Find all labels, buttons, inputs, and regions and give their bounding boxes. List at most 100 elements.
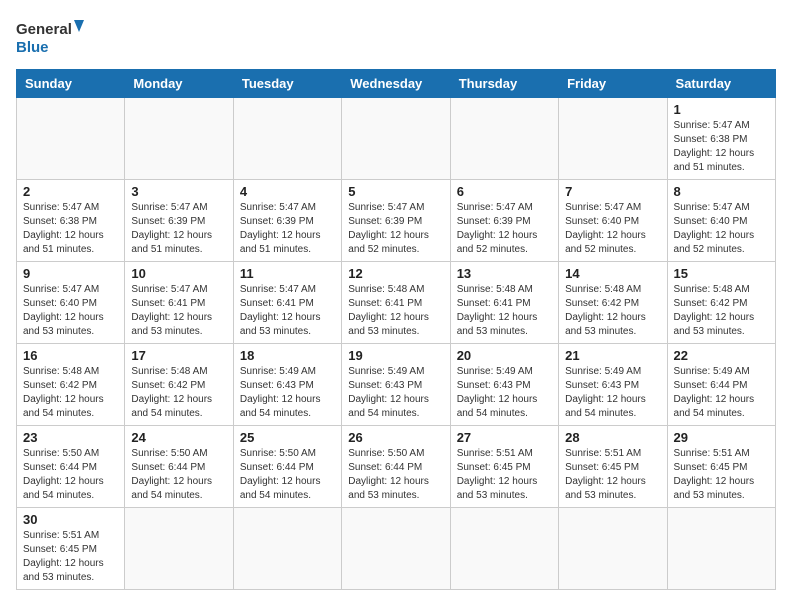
day-number: 28 (565, 430, 660, 445)
table-row: 19Sunrise: 5:49 AM Sunset: 6:43 PM Dayli… (342, 344, 450, 426)
day-number: 12 (348, 266, 443, 281)
day-info: Sunrise: 5:47 AM Sunset: 6:40 PM Dayligh… (23, 283, 118, 339)
day-info: Sunrise: 5:51 AM Sunset: 6:45 PM Dayligh… (565, 447, 660, 503)
day-number: 7 (565, 184, 660, 199)
calendar-row: 16 Sunrise: 5:48 AM Sunset: 6:42 PM Dayli… (17, 344, 776, 426)
table-row: 8Sunrise: 5:47 AM Sunset: 6:40 PM Daylig… (667, 180, 775, 262)
table-row: 2 Sunrise: 5:47 AM Sunset: 6:38 PM Daylig… (17, 180, 125, 262)
table-row (450, 508, 558, 590)
day-info: Sunrise: 5:49 AM Sunset: 6:43 PM Dayligh… (348, 365, 443, 421)
table-row: 27 Sunrise: 5:51 AM Sunset: 6:45 PM Dayli… (450, 426, 558, 508)
day-number: 16 (23, 348, 118, 363)
day-number: 24 (131, 430, 226, 445)
table-row (125, 98, 233, 180)
table-row: 17Sunrise: 5:48 AM Sunset: 6:42 PM Dayli… (125, 344, 233, 426)
table-row (450, 98, 558, 180)
day-info: Sunrise: 5:49 AM Sunset: 6:43 PM Dayligh… (565, 365, 660, 421)
table-row: 23Sunrise: 5:50 AM Sunset: 6:44 PM Dayli… (17, 426, 125, 508)
svg-text:General: General (16, 21, 72, 38)
table-row (559, 98, 667, 180)
table-row (233, 98, 341, 180)
day-number: 5 (348, 184, 443, 199)
day-number: 9 (23, 266, 118, 281)
table-row: 16 Sunrise: 5:48 AM Sunset: 6:42 PM Dayli… (17, 344, 125, 426)
day-number: 3 (131, 184, 226, 199)
header-friday: Friday (559, 70, 667, 98)
calendar-row: 30 Sunrise: 5:51 AM Sunset: 6:45 PM Dayli… (17, 508, 776, 590)
header-tuesday: Tuesday (233, 70, 341, 98)
table-row: 10Sunrise: 5:47 AM Sunset: 6:41 PM Dayli… (125, 262, 233, 344)
table-row: 22 Sunrise: 5:49 AM Sunset: 6:44 PM Dayli… (667, 344, 775, 426)
day-info: Sunrise: 5:51 AM Sunset: 6:45 PM Dayligh… (674, 447, 769, 503)
day-number: 20 (457, 348, 552, 363)
table-row (233, 508, 341, 590)
day-info: Sunrise: 5:51 AM Sunset: 6:45 PM Dayligh… (457, 447, 552, 503)
table-row: 13 Sunrise: 5:48 AM Sunset: 6:41 PM Dayli… (450, 262, 558, 344)
table-row: 15 Sunrise: 5:48 AM Sunset: 6:42 PM Dayli… (667, 262, 775, 344)
day-number: 22 (674, 348, 769, 363)
day-info: Sunrise: 5:50 AM Sunset: 6:44 PM Dayligh… (131, 447, 226, 503)
day-number: 4 (240, 184, 335, 199)
table-row: 6 Sunrise: 5:47 AM Sunset: 6:39 PM Daylig… (450, 180, 558, 262)
day-number: 15 (674, 266, 769, 281)
page-header: General Blue (16, 16, 776, 61)
calendar-row: 2 Sunrise: 5:47 AM Sunset: 6:38 PM Daylig… (17, 180, 776, 262)
weekday-header-row: Sunday Monday Tuesday Wednesday Thursday… (17, 70, 776, 98)
calendar-row: 1Sunrise: 5:47 AM Sunset: 6:38 PM Daylig… (17, 98, 776, 180)
table-row (342, 508, 450, 590)
calendar-row: 9 Sunrise: 5:47 AM Sunset: 6:40 PM Daylig… (17, 262, 776, 344)
table-row: 7 Sunrise: 5:47 AM Sunset: 6:40 PM Daylig… (559, 180, 667, 262)
header-sunday: Sunday (17, 70, 125, 98)
table-row: 30 Sunrise: 5:51 AM Sunset: 6:45 PM Dayli… (17, 508, 125, 590)
day-info: Sunrise: 5:47 AM Sunset: 6:41 PM Dayligh… (240, 283, 335, 339)
day-info: Sunrise: 5:47 AM Sunset: 6:39 PM Dayligh… (457, 201, 552, 257)
day-number: 23 (23, 430, 118, 445)
day-number: 27 (457, 430, 552, 445)
day-info: Sunrise: 5:49 AM Sunset: 6:43 PM Dayligh… (457, 365, 552, 421)
day-info: Sunrise: 5:47 AM Sunset: 6:41 PM Dayligh… (131, 283, 226, 339)
table-row (667, 508, 775, 590)
day-info: Sunrise: 5:49 AM Sunset: 6:44 PM Dayligh… (674, 365, 769, 421)
table-row: 26Sunrise: 5:50 AM Sunset: 6:44 PM Dayli… (342, 426, 450, 508)
day-info: Sunrise: 5:48 AM Sunset: 6:42 PM Dayligh… (565, 283, 660, 339)
table-row (342, 98, 450, 180)
table-row: 5 Sunrise: 5:47 AM Sunset: 6:39 PM Daylig… (342, 180, 450, 262)
day-info: Sunrise: 5:48 AM Sunset: 6:42 PM Dayligh… (23, 365, 118, 421)
day-number: 21 (565, 348, 660, 363)
day-info: Sunrise: 5:51 AM Sunset: 6:45 PM Dayligh… (23, 529, 118, 585)
day-number: 14 (565, 266, 660, 281)
table-row: 20 Sunrise: 5:49 AM Sunset: 6:43 PM Dayli… (450, 344, 558, 426)
header-wednesday: Wednesday (342, 70, 450, 98)
table-row: 25Sunrise: 5:50 AM Sunset: 6:44 PM Dayli… (233, 426, 341, 508)
day-info: Sunrise: 5:47 AM Sunset: 6:39 PM Dayligh… (240, 201, 335, 257)
day-info: Sunrise: 5:49 AM Sunset: 6:43 PM Dayligh… (240, 365, 335, 421)
calendar-table: Sunday Monday Tuesday Wednesday Thursday… (16, 69, 776, 590)
day-info: Sunrise: 5:47 AM Sunset: 6:38 PM Dayligh… (674, 119, 769, 175)
day-number: 18 (240, 348, 335, 363)
day-number: 2 (23, 184, 118, 199)
day-info: Sunrise: 5:47 AM Sunset: 6:38 PM Dayligh… (23, 201, 118, 257)
day-number: 8 (674, 184, 769, 199)
day-number: 30 (23, 512, 118, 527)
day-number: 13 (457, 266, 552, 281)
table-row (125, 508, 233, 590)
table-row: 11Sunrise: 5:47 AM Sunset: 6:41 PM Dayli… (233, 262, 341, 344)
logo: General Blue (16, 16, 86, 61)
day-info: Sunrise: 5:47 AM Sunset: 6:39 PM Dayligh… (348, 201, 443, 257)
day-info: Sunrise: 5:48 AM Sunset: 6:41 PM Dayligh… (457, 283, 552, 339)
header-saturday: Saturday (667, 70, 775, 98)
table-row: 21 Sunrise: 5:49 AM Sunset: 6:43 PM Dayli… (559, 344, 667, 426)
header-thursday: Thursday (450, 70, 558, 98)
day-number: 17 (131, 348, 226, 363)
day-number: 6 (457, 184, 552, 199)
table-row: 28 Sunrise: 5:51 AM Sunset: 6:45 PM Dayli… (559, 426, 667, 508)
header-monday: Monday (125, 70, 233, 98)
day-info: Sunrise: 5:50 AM Sunset: 6:44 PM Dayligh… (348, 447, 443, 503)
logo-icon: General Blue (16, 16, 86, 61)
day-info: Sunrise: 5:48 AM Sunset: 6:41 PM Dayligh… (348, 283, 443, 339)
day-info: Sunrise: 5:47 AM Sunset: 6:40 PM Dayligh… (565, 201, 660, 257)
table-row: 29Sunrise: 5:51 AM Sunset: 6:45 PM Dayli… (667, 426, 775, 508)
table-row: 14 Sunrise: 5:48 AM Sunset: 6:42 PM Dayli… (559, 262, 667, 344)
table-row: 3Sunrise: 5:47 AM Sunset: 6:39 PM Daylig… (125, 180, 233, 262)
day-info: Sunrise: 5:48 AM Sunset: 6:42 PM Dayligh… (674, 283, 769, 339)
